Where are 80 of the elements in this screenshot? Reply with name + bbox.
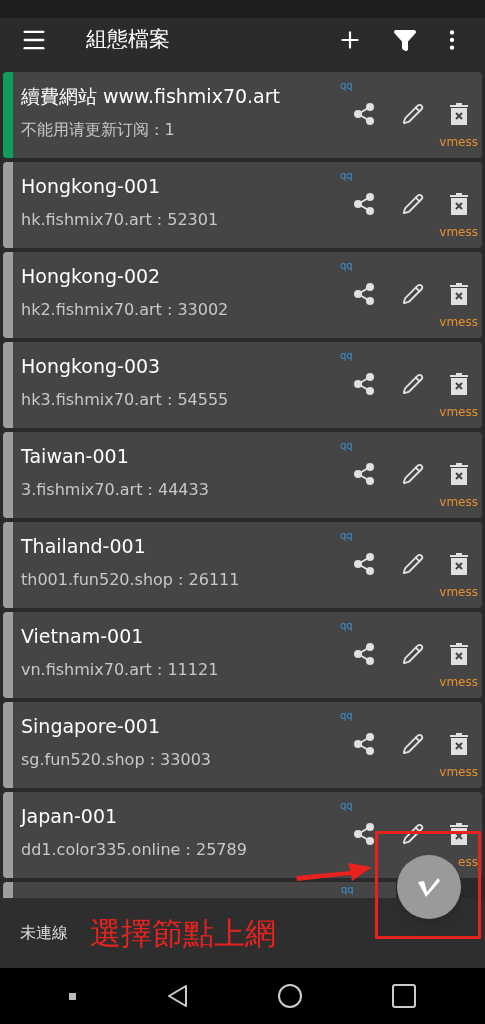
server-card[interactable]: Taiwan-001 3.fishmix70.art : 44433 qq vmess <box>3 432 482 518</box>
server-address: hk2.fishmix70.art : 33002 <box>21 300 230 320</box>
delete-icon[interactable] <box>450 103 468 125</box>
protocol-label: vmess <box>439 314 478 330</box>
server-tag: qq <box>340 170 353 182</box>
share-icon[interactable] <box>352 822 376 846</box>
server-tag: qq <box>340 260 353 272</box>
delete-icon[interactable] <box>450 373 468 395</box>
filter-icon[interactable] <box>393 28 417 52</box>
protocol-label: vmess <box>439 584 478 600</box>
connection-status: 未連線 <box>20 922 68 944</box>
share-icon[interactable] <box>352 642 376 666</box>
server-card[interactable]: Hongkong-002 hk2.fishmix70.art : 33002 qq vmess <box>3 252 482 338</box>
server-tag: qq <box>340 530 353 542</box>
server-address: sg.fun520.shop : 33003 <box>21 750 212 770</box>
delete-icon[interactable] <box>450 463 468 485</box>
edit-icon[interactable] <box>402 463 424 485</box>
share-icon[interactable] <box>352 282 376 306</box>
share-icon[interactable] <box>352 732 376 756</box>
edit-icon[interactable] <box>402 733 424 755</box>
server-card[interactable]: Vietnam-001 vn.fishmix70.art : 11121 qq vmess <box>3 612 482 698</box>
server-name: 續費網站 www.fishmix70.art <box>21 84 281 108</box>
server-address: 3.fishmix70.art : 44433 <box>21 480 210 500</box>
delete-icon[interactable] <box>450 823 468 845</box>
server-card[interactable]: Hongkong-001 hk.fishmix70.art : 52301 qq vmess <box>3 162 482 248</box>
server-card[interactable]: Hongkong-003 hk3.fishmix70.art : 54555 qq vmess <box>3 342 482 428</box>
server-address: th001.fun520.shop : 26111 <box>21 570 241 590</box>
server-name: Vietnam-001 <box>21 624 145 648</box>
server-name: Japan-001 <box>21 804 119 828</box>
edit-icon[interactable] <box>402 283 424 305</box>
protocol-label: ess <box>458 854 478 870</box>
protocol-label: vmess <box>439 494 478 510</box>
server-tag: qq <box>340 800 353 812</box>
delete-icon[interactable] <box>450 193 468 215</box>
server-address: 不能用请更新订阅 : 1 <box>21 120 176 140</box>
server-tag: qq <box>340 350 353 362</box>
server-name: Hongkong-003 <box>21 354 162 378</box>
server-tag: qq <box>340 620 353 632</box>
server-name: Hongkong-002 <box>21 264 162 288</box>
server-address: vn.fishmix70.art : 11121 <box>21 660 220 680</box>
server-name: Thailand-001 <box>21 534 147 558</box>
server-tag: qq <box>340 80 353 92</box>
protocol-label: vmess <box>439 134 478 150</box>
recents-icon[interactable] <box>392 984 416 1008</box>
share-icon[interactable] <box>352 102 376 126</box>
edit-icon[interactable] <box>402 643 424 665</box>
back-icon[interactable] <box>166 984 188 1008</box>
share-icon[interactable] <box>352 372 376 396</box>
protocol-label: vmess <box>439 404 478 420</box>
server-tag: qq <box>340 710 353 722</box>
delete-icon[interactable] <box>450 553 468 575</box>
server-name: Taiwan-001 <box>21 444 130 468</box>
server-card[interactable]: Singapore-001 sg.fun520.shop : 33003 qq vmess <box>3 702 482 788</box>
protocol-label: vmess <box>439 764 478 780</box>
server-address: hk3.fishmix70.art : 54555 <box>21 390 230 410</box>
server-name: Singapore-001 <box>21 714 161 738</box>
server-name: Hongkong-001 <box>21 174 162 198</box>
annotation-text: 選擇節點上網 <box>90 913 276 953</box>
share-icon[interactable] <box>352 462 376 486</box>
edit-icon[interactable] <box>402 193 424 215</box>
server-card[interactable]: Japan-001 dd1.color335.online : 25789 qq ess <box>3 792 482 878</box>
server-address: dd1.color335.online : 25789 <box>21 840 248 860</box>
delete-icon[interactable] <box>450 643 468 665</box>
edit-icon[interactable] <box>402 373 424 395</box>
edit-icon[interactable] <box>402 553 424 575</box>
edit-icon[interactable] <box>402 823 424 845</box>
protocol-label: vmess <box>439 224 478 240</box>
delete-icon[interactable] <box>450 283 468 305</box>
server-tag: qq <box>341 884 354 896</box>
home-icon[interactable] <box>278 984 302 1008</box>
server-card[interactable]: Thailand-001 th001.fun520.shop : 26111 qq vmess <box>3 522 482 608</box>
toolbar-title: 組態檔案 <box>86 26 170 54</box>
server-card[interactable]: 續費網站 www.fishmix70.art 不能用请更新订阅 : 1 qq vmess <box>3 72 482 158</box>
edit-icon[interactable] <box>402 103 424 125</box>
delete-icon[interactable] <box>450 733 468 755</box>
server-tag: qq <box>340 440 353 452</box>
share-icon[interactable] <box>352 192 376 216</box>
share-icon[interactable] <box>352 552 376 576</box>
protocol-label: vmess <box>439 674 478 690</box>
server-address: hk.fishmix70.art : 52301 <box>21 210 220 230</box>
